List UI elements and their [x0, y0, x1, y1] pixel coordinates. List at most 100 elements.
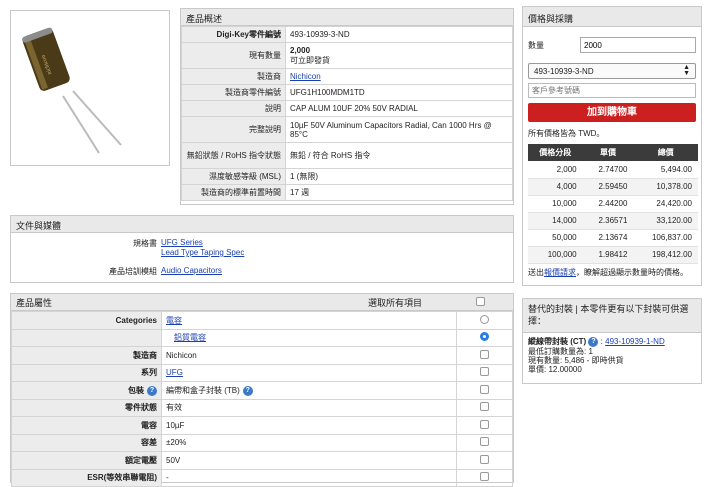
add-to-cart-button[interactable]: 加到購物車	[528, 103, 696, 122]
overview-title: 產品概述	[181, 9, 513, 26]
quantity-input[interactable]	[580, 37, 696, 53]
alternate-part-link[interactable]: 493-10939-1-ND	[605, 337, 665, 346]
attribute-select-cell	[456, 451, 513, 470]
attributes-table: Categories 電容 鋁質電容 製造商 Nichicon 系列 UFG 包裝? 編帶和盒子…	[11, 311, 513, 487]
price-cell: 106,837.00	[633, 229, 698, 247]
attribute-value: 50V	[161, 451, 457, 470]
attribute-label: 包裝?	[11, 381, 162, 400]
attribute-value: -	[161, 468, 457, 487]
manufacturer-link[interactable]: Nichicon	[290, 72, 321, 81]
price-row: 4,000 2.59450 10,378.00	[528, 178, 698, 196]
price-row: 100,000 1.98412 198,412.00	[528, 246, 698, 264]
part-number-select-value: 493-10939-3-ND	[534, 66, 594, 76]
attribute-value-text: 編帶和盒子封裝 (TB)	[166, 385, 240, 395]
overview-value: 無鉛 / 符合 RoHS 指令	[285, 142, 513, 169]
attribute-checkbox[interactable]	[480, 437, 489, 447]
select-all-label: 選取所有項目	[368, 297, 423, 308]
product-overview-panel: 產品概述 Digi-Key零件編號 493-10939-3-ND 現有數量 2,000…	[180, 8, 514, 205]
attribute-row: 包裝? 編帶和盒子封裝 (TB)?	[11, 381, 513, 400]
attribute-select-cell	[456, 328, 513, 347]
training-label: 產品培訓模組	[109, 267, 157, 276]
attribute-value: UFG	[161, 363, 457, 382]
datasheet-link-ufg-series[interactable]: UFG Series	[161, 238, 244, 248]
alternate-package-label: 縱線帶封裝 (CT)	[528, 337, 587, 347]
attribute-value: 10µF	[161, 416, 457, 435]
help-icon[interactable]: ?	[588, 337, 599, 347]
quote-prefix: 送出	[528, 267, 544, 277]
alternate-min-qty: 最低訂購數量為: 1	[528, 347, 593, 356]
attribute-link[interactable]: UFG	[166, 368, 183, 377]
attribute-value: ±20%	[161, 433, 457, 452]
training-link[interactable]: Audio Capacitors	[161, 266, 222, 277]
select-all-checkbox[interactable]	[475, 296, 485, 306]
attribute-value-text: 10µF	[166, 420, 185, 430]
attribute-link[interactable]: 鋁質電容	[174, 333, 206, 342]
overview-label: 說明	[181, 100, 286, 117]
overview-value: 2,000 可立即發貨	[285, 42, 513, 69]
availability-text: 可立即發貨	[290, 55, 330, 65]
price-header: 價格分段	[528, 144, 583, 161]
overview-value-text: 17 週	[290, 188, 310, 197]
attribute-link[interactable]: 電容	[166, 316, 182, 325]
attribute-select-cell	[456, 381, 513, 400]
attribute-label: ESR(等效串聯電阻)	[11, 468, 162, 487]
overview-value-text: 2,000	[290, 45, 311, 55]
help-icon[interactable]: ?	[242, 385, 253, 396]
attribute-value-text: 50V	[166, 455, 181, 465]
currency-note: 所有價格皆為 TWD。	[528, 129, 605, 138]
attribute-value: 鋁質電容	[161, 328, 457, 347]
price-cell: 1.98412	[582, 246, 634, 264]
quote-note: 送出報價請求，瞭解超過顯示數量時的價格。	[523, 264, 701, 282]
attribute-value: 有效	[161, 398, 457, 417]
quote-suffix: ，瞭解超過顯示數量時的價格。	[576, 267, 688, 277]
overview-row: 完整說明 10µF 50V Aluminum Capacitors Radial,…	[181, 116, 513, 143]
product-photo[interactable]: nichicon	[11, 11, 169, 165]
media-title: 文件與媒體	[11, 216, 513, 233]
overview-row: 說明 CAP ALUM 10UF 20% 50V RADIAL	[181, 100, 513, 117]
overview-value: CAP ALUM 10UF 20% 50V RADIAL	[285, 100, 513, 117]
datasheet-label: 規格書	[133, 239, 157, 248]
attribute-checkbox[interactable]	[480, 472, 489, 482]
overview-row: 濕度敏感等級 (MSL) 1 (無限)	[181, 168, 513, 185]
attribute-label: 製造商	[11, 346, 162, 365]
customer-reference-input[interactable]	[528, 83, 696, 98]
overview-row: Digi-Key零件編號 493-10939-3-ND	[181, 26, 513, 43]
overview-value: 493-10939-3-ND	[285, 26, 513, 43]
attribute-checkbox[interactable]	[480, 402, 489, 412]
price-cell: 2,000	[528, 161, 583, 179]
overview-value: UFG1H100MDM1TD	[285, 84, 513, 101]
attribute-checkbox[interactable]	[480, 349, 489, 359]
price-cell: 5,494.00	[633, 161, 698, 179]
help-icon[interactable]: ?	[147, 385, 157, 396]
quote-request-link[interactable]: 報價請求	[544, 268, 576, 277]
overview-row: 無鉛狀態 / RoHS 指令狀態 無鉛 / 符合 RoHS 指令	[181, 142, 513, 169]
attribute-row: 額定電壓 50V	[11, 451, 513, 470]
price-cell: 2.36571	[582, 212, 634, 230]
price-header: 單價	[582, 144, 634, 161]
attribute-label: 容差	[11, 433, 162, 452]
attribute-row: 鋁質電容	[11, 328, 513, 347]
category-radio[interactable]	[480, 314, 489, 324]
overview-label: 完整說明	[181, 116, 286, 143]
price-cell: 2.13674	[582, 229, 634, 247]
part-number-select[interactable]: 493-10939-3-ND ▲ ▼	[528, 63, 696, 79]
attribute-value-text: 有效	[166, 403, 182, 413]
attribute-row: 製造商 Nichicon	[11, 346, 513, 365]
category-radio[interactable]	[480, 332, 489, 342]
attribute-checkbox[interactable]	[480, 454, 489, 464]
datasheet-link-taping-spec[interactable]: Lead Type Taping Spec	[161, 248, 244, 258]
attribute-checkbox[interactable]	[480, 384, 489, 394]
price-cell: 4,000	[528, 178, 583, 196]
attribute-value-text: Nichicon	[166, 350, 197, 360]
alternate-unit-price: 單價: 12.00000	[528, 365, 582, 374]
attribute-label: 系列	[11, 363, 162, 382]
attribute-checkbox[interactable]	[480, 419, 489, 429]
overview-label: 製造商的標準前置時間	[181, 184, 286, 201]
overview-row: 現有數量 2,000 可立即發貨	[181, 42, 513, 69]
select-arrows-icon: ▲ ▼	[683, 64, 690, 77]
overview-label: 濕度敏感等級 (MSL)	[181, 168, 286, 185]
pricing-panel: 價格與採購 數量 493-10939-3-ND ▲▼ 加到購物車 所有價格皆為 …	[522, 6, 702, 286]
price-row: 14,000 2.36571 33,120.00	[528, 212, 698, 230]
price-cell: 50,000	[528, 229, 583, 247]
attribute-checkbox[interactable]	[480, 367, 489, 377]
